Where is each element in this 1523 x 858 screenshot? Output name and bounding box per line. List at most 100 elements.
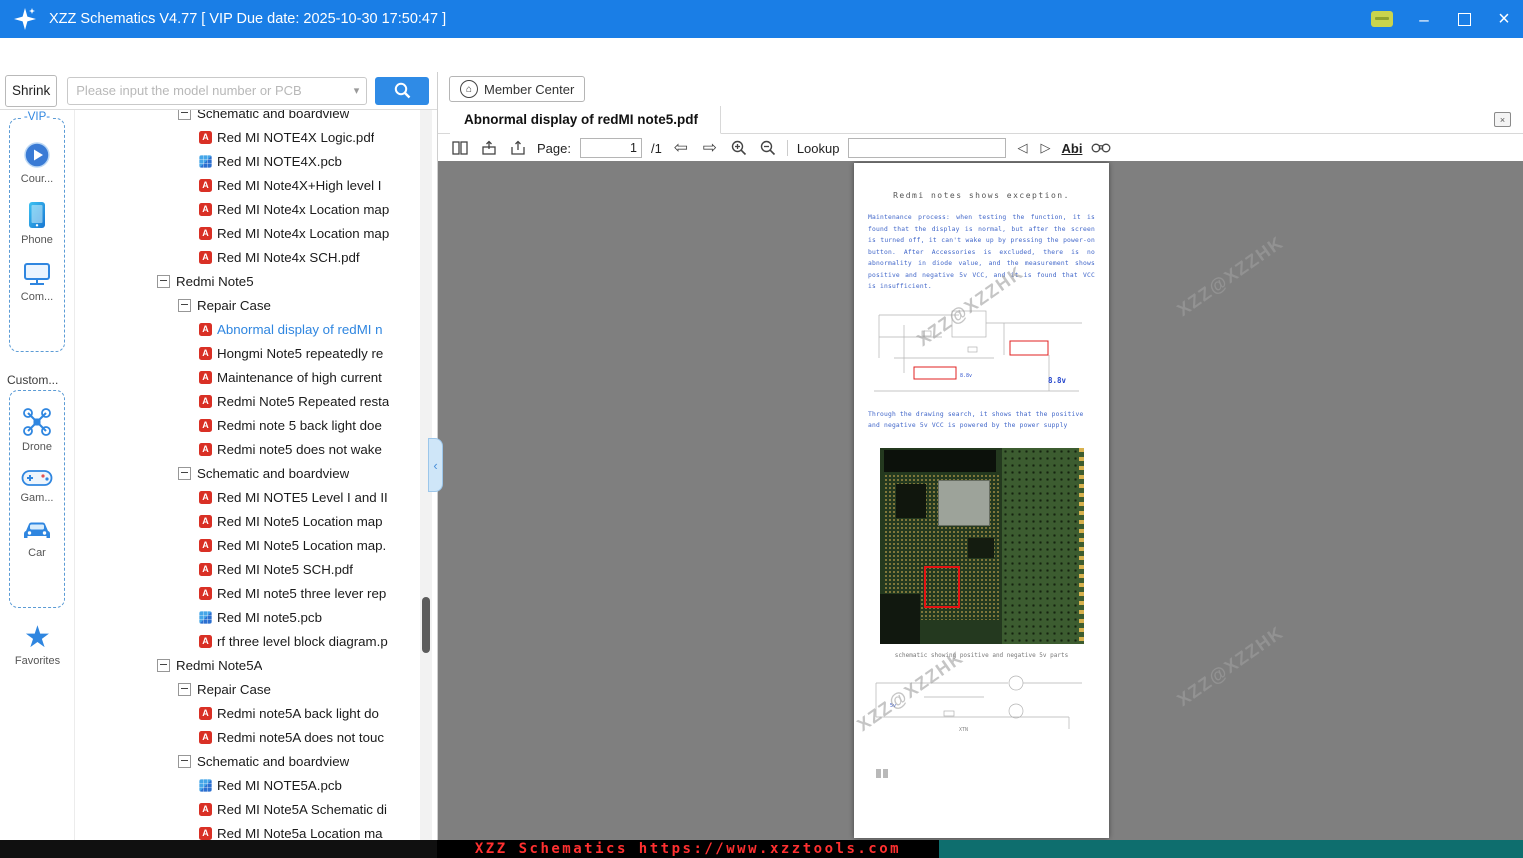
tree-item[interactable]: Red MI Note4x Location map (75, 197, 435, 221)
file-type-icon (199, 442, 212, 456)
pcb-edge-connector (1079, 447, 1084, 644)
tree-item[interactable]: Red MI note5 three lever rep (75, 581, 435, 605)
tree-item-label: Redmi Note5 (176, 273, 254, 289)
collapse-toggle-icon[interactable] (157, 658, 170, 672)
tree-item[interactable]: Red MI NOTE5 Level I and II (75, 485, 435, 509)
vip-card-icon[interactable] (1371, 11, 1393, 27)
pcb-chip (896, 483, 926, 518)
tree-item[interactable]: Repair Case (75, 293, 435, 317)
tree-item[interactable]: Redmi note5A back light do (75, 701, 435, 725)
tree-item[interactable]: Maintenance of high current (75, 365, 435, 389)
status-bar-text: XZZ Schematics https://www.xzztools.com (437, 840, 939, 858)
tree-item[interactable]: Repair Case (75, 677, 435, 701)
tree-scrollbar-thumb[interactable] (422, 597, 430, 653)
app-logo-icon (11, 6, 38, 33)
file-type-icon (199, 418, 212, 432)
document-paragraph: Maintenance process: when testing the fu… (868, 214, 1095, 290)
pdf-toolbar: Page: /1 ⇦ ⇨ Lookup (438, 134, 1523, 163)
tree-item[interactable]: Redmi Note5 (75, 269, 435, 293)
tree-item[interactable]: Red MI Note5 SCH.pdf (75, 557, 435, 581)
page-number-input[interactable] (579, 138, 642, 158)
sidebar-item-phone[interactable]: Phone (9, 200, 65, 246)
tree-item[interactable]: Hongmi Note5 repeatedly re (75, 341, 435, 365)
zoom-in-icon[interactable] (729, 138, 749, 158)
collapse-toggle-icon[interactable] (157, 274, 170, 288)
tree-item[interactable]: Red MI Note4x SCH.pdf (75, 245, 435, 269)
panel-collapse-handle[interactable]: ‹ (428, 438, 443, 492)
file-type-icon (199, 514, 212, 528)
tree-item[interactable]: Redmi Note5 Repeated resta (75, 389, 435, 413)
binoculars-icon[interactable] (1091, 138, 1111, 158)
sidebar-item-game[interactable]: Gam... (9, 468, 65, 504)
tree-item[interactable]: Red MI note5.pcb (75, 605, 435, 629)
collapse-toggle-icon[interactable] (178, 682, 191, 696)
file-tree: Schematic and boardview Red MI NOTE4X Lo… (75, 110, 435, 840)
tree-item-label: Red MI NOTE4X Logic.pdf (217, 129, 375, 145)
voltage-label: 8.8v (1048, 376, 1067, 385)
collapse-toggle-icon[interactable] (178, 110, 191, 120)
tree-item[interactable]: Abnormal display of redMI n (75, 317, 435, 341)
lookup-input[interactable] (848, 138, 1007, 158)
tree-item[interactable]: Red MI Note4x Location map (75, 221, 435, 245)
tree-item[interactable]: Redmi note5A does not touc (75, 725, 435, 749)
tree-item[interactable]: Schematic and boardview (75, 110, 435, 125)
file-type-icon (199, 226, 212, 240)
tree-item[interactable]: Red MI Note5 Location map (75, 509, 435, 533)
tree-item[interactable]: Red MI NOTE5A.pcb (75, 773, 435, 797)
sidebar-item-label: Cour... (20, 173, 54, 185)
status-bar: XZZ Schematics https://www.xzztools.com (0, 840, 1523, 858)
collapse-toggle-icon[interactable] (178, 298, 191, 312)
export-document-icon[interactable] (508, 138, 528, 158)
pcb-top-components (884, 449, 996, 472)
document-caption: schematic showing positive and negative … (894, 651, 1069, 659)
search-button[interactable] (375, 76, 430, 105)
tree-item[interactable]: Red MI NOTE4X Logic.pdf (75, 125, 435, 149)
tree-item[interactable]: Redmi note 5 back light doe (75, 413, 435, 437)
tree-item-label: Red MI note5.pcb (217, 609, 322, 625)
tree-item[interactable]: Red MI Note5 Location map. (75, 533, 435, 557)
sidebar-item-drone[interactable]: Drone (9, 407, 65, 453)
tree-item[interactable]: Schematic and boardview (75, 749, 435, 773)
tree-item[interactable]: Red MI Note5A Schematic di (75, 797, 435, 821)
collapse-toggle-icon[interactable] (178, 754, 191, 768)
next-page-icon[interactable]: ⇨ (700, 138, 720, 158)
sidebar-item-favorites[interactable]: ★ Favorites (0, 622, 75, 668)
match-case-icon[interactable]: Abi (1061, 141, 1082, 156)
previous-page-icon[interactable]: ⇦ (671, 138, 691, 158)
tree-item-label: Redmi Note5 Repeated resta (217, 393, 390, 409)
find-previous-icon[interactable]: ◁ (1015, 138, 1029, 158)
tree-item[interactable]: Red MI Note4X+High level I (75, 173, 435, 197)
page-label: Page: (537, 140, 571, 156)
tree-item[interactable]: rf three level block diagram.p (75, 629, 435, 653)
title-bar: XZZ Schematics V4.77 [ VIP Due date: 202… (0, 0, 1523, 38)
file-type-icon (199, 634, 212, 648)
tree-item[interactable]: Redmi note5 does not wake (75, 437, 435, 461)
two-page-view-icon[interactable] (450, 138, 470, 158)
tree-item[interactable]: Red MI Note5a Location ma (75, 821, 435, 840)
export-page-icon[interactable] (479, 138, 499, 158)
member-row: ⌂ Member Center (438, 72, 1523, 106)
document-tab[interactable]: Abnormal display of redMI note5.pdf (450, 106, 722, 134)
sidebar-item-course[interactable]: Cour... (9, 141, 65, 185)
sidebar-item-car[interactable]: Car (9, 519, 65, 559)
sidebar-item-computer[interactable]: Com... (9, 261, 65, 303)
collapse-toggle-icon[interactable] (178, 466, 191, 480)
tree-item[interactable]: Schematic and boardview (75, 461, 435, 485)
document-title: Redmi notes shows exception. (893, 191, 1070, 200)
pdf-viewer[interactable]: Redmi notes shows exception. Maintenance… (438, 161, 1523, 840)
close-tab-icon[interactable]: × (1494, 112, 1511, 127)
file-type-icon (199, 130, 212, 144)
caret-down-icon[interactable]: ▾ (354, 84, 367, 97)
pcb-shield (938, 479, 990, 526)
shrink-button[interactable]: Shrink (5, 74, 58, 107)
find-next-icon[interactable]: ▷ (1038, 138, 1052, 158)
search-input[interactable] (68, 83, 354, 98)
zoom-out-icon[interactable] (758, 138, 778, 158)
tree-item[interactable]: Redmi Note5A (75, 653, 435, 677)
close-button[interactable]: × (1495, 9, 1513, 29)
tree-item[interactable]: Red MI NOTE4X.pcb (75, 149, 435, 173)
maximize-button[interactable] (1455, 10, 1473, 28)
member-center-button[interactable]: ⌂ Member Center (449, 76, 586, 102)
minimize-button[interactable]: – (1415, 10, 1433, 28)
tree-item-label: Red MI NOTE5 Level I and II (217, 489, 388, 505)
